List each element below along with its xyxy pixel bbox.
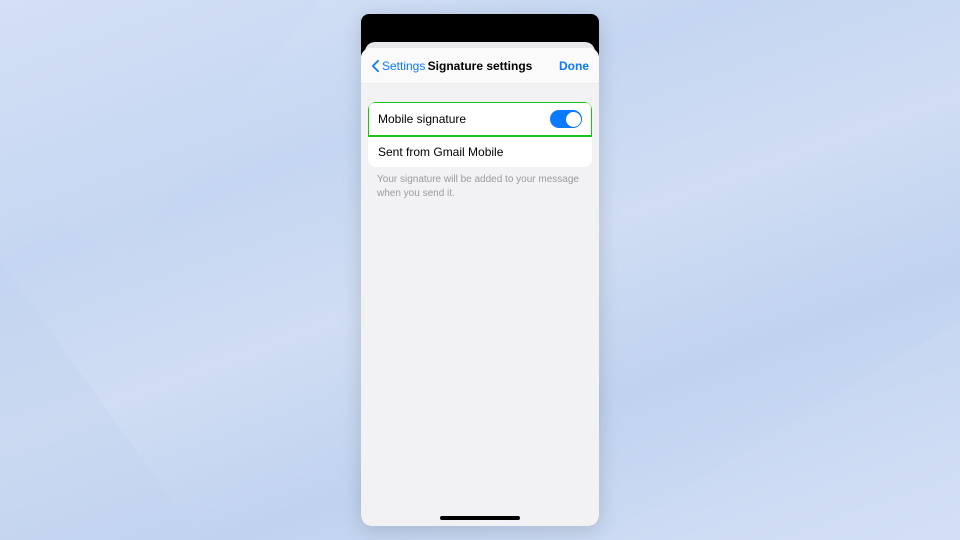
signature-value-text: Sent from Gmail Mobile [378, 145, 503, 159]
content-area: Mobile signature Sent from Gmail Mobile … [361, 84, 599, 200]
signature-value-row[interactable]: Sent from Gmail Mobile [368, 136, 592, 167]
mobile-signature-toggle[interactable] [550, 110, 582, 128]
phone-frame: Settings Signature settings Done Mobile … [361, 14, 599, 526]
back-label: Settings [382, 59, 425, 73]
chevron-left-icon [371, 59, 380, 73]
mobile-signature-row[interactable]: Mobile signature [368, 102, 592, 136]
mobile-signature-label: Mobile signature [378, 112, 466, 126]
signature-group: Mobile signature Sent from Gmail Mobile [368, 102, 592, 167]
back-button[interactable]: Settings [371, 59, 425, 73]
navbar: Settings Signature settings Done [361, 48, 599, 84]
settings-sheet: Settings Signature settings Done Mobile … [361, 48, 599, 526]
home-indicator[interactable] [440, 516, 520, 520]
done-button[interactable]: Done [559, 59, 589, 73]
signature-help-text: Your signature will be added to your mes… [377, 173, 583, 200]
